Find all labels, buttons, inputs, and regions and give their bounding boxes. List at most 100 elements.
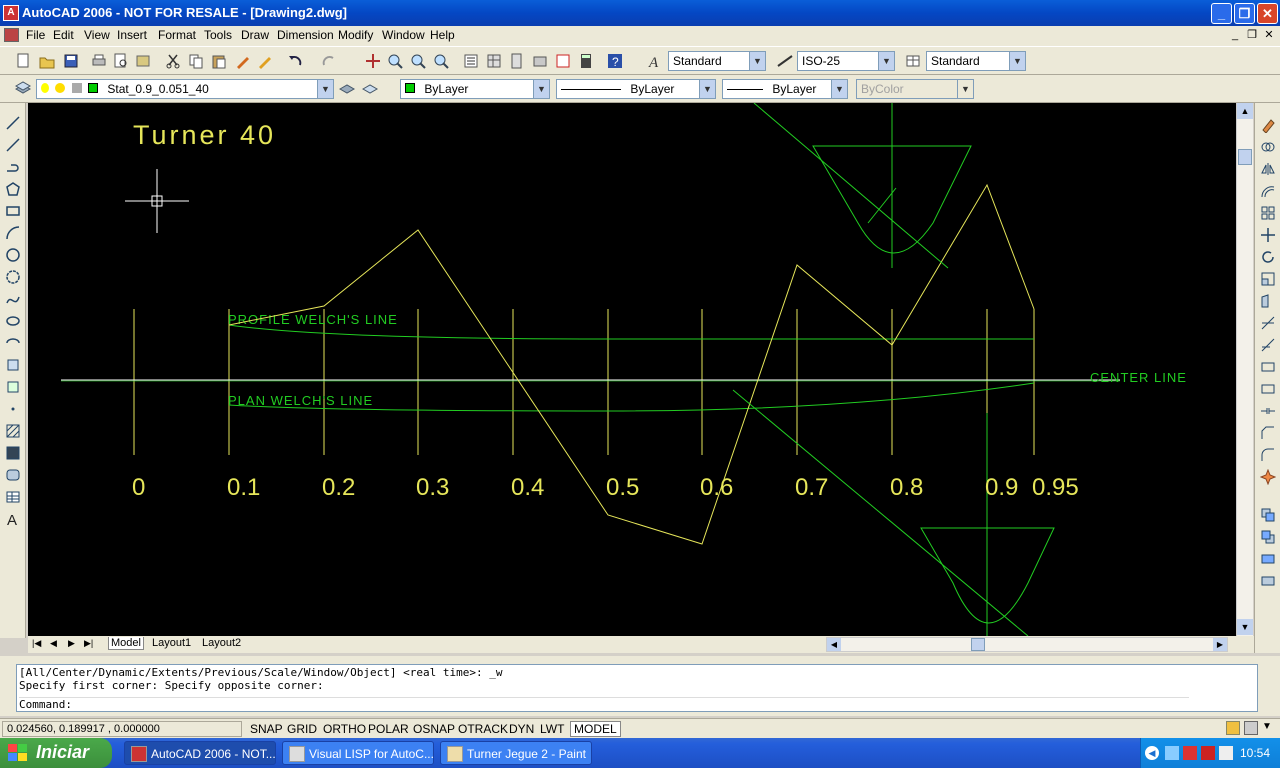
- copy-icon[interactable]: [187, 52, 205, 70]
- hatch-icon[interactable]: [5, 423, 21, 439]
- text-style-select[interactable]: Standard ▼: [668, 51, 766, 71]
- gradient-icon[interactable]: [5, 445, 21, 461]
- otrack-toggle[interactable]: OTRACK: [454, 721, 512, 737]
- menu-help[interactable]: Help: [430, 28, 455, 42]
- dim-style-select[interactable]: ISO-25 ▼: [797, 51, 895, 71]
- line-icon[interactable]: [5, 115, 21, 131]
- ellipse-icon[interactable]: [5, 313, 21, 329]
- join-icon[interactable]: [1260, 403, 1276, 419]
- rotate-icon[interactable]: [1260, 249, 1276, 265]
- command-history[interactable]: [All/Center/Dynamic/Extents/Previous/Sca…: [16, 664, 1258, 712]
- drawing-area[interactable]: Turner 40 CENTER LINE PROFILE WELCH'S LI…: [28, 103, 1236, 636]
- model-toggle[interactable]: MODEL: [570, 721, 621, 737]
- redo-icon[interactable]: [320, 52, 338, 70]
- menu-format[interactable]: Format: [158, 28, 196, 42]
- zoom-realtime-icon[interactable]: [386, 52, 404, 70]
- command-input[interactable]: Command:: [19, 697, 1189, 711]
- stretch-icon[interactable]: [1260, 293, 1276, 309]
- menu-edit[interactable]: Edit: [53, 28, 74, 42]
- start-button[interactable]: Iniciar: [0, 738, 112, 768]
- polygon-icon[interactable]: [5, 181, 21, 197]
- menu-insert[interactable]: Insert: [117, 28, 147, 42]
- send-under-icon[interactable]: [1260, 573, 1276, 589]
- insert-block-icon[interactable]: [5, 357, 21, 373]
- bring-above-icon[interactable]: [1260, 551, 1276, 567]
- publish-icon[interactable]: [134, 52, 152, 70]
- app-tray-icon[interactable]: [1219, 746, 1233, 760]
- vertical-scroll-thumb[interactable]: [1238, 149, 1252, 165]
- array-icon[interactable]: [1260, 205, 1276, 221]
- tab-layout1[interactable]: Layout1: [152, 637, 191, 649]
- zoom-window-icon[interactable]: [409, 52, 427, 70]
- offset-icon[interactable]: [1260, 183, 1276, 199]
- vertical-scrollbar[interactable]: ▲ ▼: [1236, 103, 1253, 636]
- communication-center-icon[interactable]: [1226, 721, 1240, 735]
- color-select[interactable]: ByLayer ▼: [400, 79, 550, 99]
- zoom-previous-icon[interactable]: [432, 52, 450, 70]
- match-properties-icon[interactable]: [234, 52, 252, 70]
- break-at-point-icon[interactable]: [1260, 359, 1276, 375]
- layer-manager-icon[interactable]: [14, 79, 32, 97]
- dyn-toggle[interactable]: DYN: [505, 721, 538, 737]
- network-icon[interactable]: [1165, 746, 1179, 760]
- scale-icon[interactable]: [1260, 271, 1276, 287]
- menu-file[interactable]: File: [26, 28, 45, 42]
- multiline-text-icon[interactable]: A: [5, 511, 21, 529]
- lineweight-select[interactable]: ByLayer ▼: [722, 79, 848, 99]
- help-icon[interactable]: ?: [606, 52, 624, 70]
- sheet-set-icon[interactable]: [531, 52, 549, 70]
- block-editor-icon[interactable]: [256, 52, 274, 70]
- rectangle-icon[interactable]: [5, 203, 21, 219]
- pdf-icon[interactable]: [1201, 746, 1215, 760]
- print-icon[interactable]: [90, 52, 108, 70]
- horizontal-scroll-thumb[interactable]: [971, 638, 985, 651]
- task-visual-lisp[interactable]: Visual LISP for AutoC...: [282, 741, 434, 765]
- revision-cloud-icon[interactable]: [5, 269, 21, 285]
- region-icon[interactable]: [5, 467, 21, 483]
- mirror-icon[interactable]: [1260, 161, 1276, 177]
- tool-palettes-icon[interactable]: [508, 52, 526, 70]
- design-center-icon[interactable]: [485, 52, 503, 70]
- menu-draw[interactable]: Draw: [241, 28, 269, 42]
- menu-view[interactable]: View: [84, 28, 110, 42]
- layer-previous-icon[interactable]: [361, 79, 379, 97]
- scroll-left-button[interactable]: ◀: [827, 638, 841, 651]
- fillet-icon[interactable]: [1260, 447, 1276, 463]
- status-menu-icon[interactable]: ▼: [1262, 721, 1272, 732]
- chamfer-icon[interactable]: [1260, 425, 1276, 441]
- polyline-icon[interactable]: [5, 159, 21, 175]
- move-icon[interactable]: [1260, 227, 1276, 243]
- dim-style-icon[interactable]: [776, 52, 794, 70]
- lwt-toggle[interactable]: LWT: [536, 721, 568, 737]
- grid-toggle[interactable]: GRID: [283, 721, 321, 737]
- autocad-app-icon[interactable]: A: [3, 5, 19, 21]
- make-current-layer-icon[interactable]: [338, 79, 356, 97]
- paste-icon[interactable]: [210, 52, 228, 70]
- scroll-down-button[interactable]: ▼: [1237, 619, 1253, 635]
- text-style-icon[interactable]: A: [646, 52, 664, 71]
- doc-close-button[interactable]: ✕: [1262, 29, 1276, 43]
- plot-preview-icon[interactable]: [112, 52, 130, 70]
- cut-icon[interactable]: [164, 52, 182, 70]
- document-icon[interactable]: [4, 28, 19, 42]
- doc-restore-button[interactable]: ❐: [1245, 29, 1259, 43]
- calculator-icon[interactable]: [577, 52, 595, 70]
- ellipse-arc-icon[interactable]: [5, 335, 21, 351]
- circle-icon[interactable]: [5, 247, 21, 263]
- spline-icon[interactable]: [5, 291, 21, 307]
- save-icon[interactable]: [62, 52, 80, 70]
- point-icon[interactable]: [5, 401, 21, 417]
- extend-icon[interactable]: [1260, 337, 1276, 353]
- ortho-toggle[interactable]: ORTHO: [319, 721, 370, 737]
- tray-expand-icon[interactable]: ◀: [1145, 746, 1159, 760]
- menu-tools[interactable]: Tools: [204, 28, 232, 42]
- menu-modify[interactable]: Modify: [338, 28, 373, 42]
- make-block-icon[interactable]: [5, 379, 21, 395]
- menu-window[interactable]: Window: [382, 28, 425, 42]
- table-icon[interactable]: [5, 489, 21, 505]
- trim-icon[interactable]: [1260, 315, 1276, 331]
- polar-toggle[interactable]: POLAR: [364, 721, 413, 737]
- pan-icon[interactable]: [364, 52, 382, 70]
- close-button[interactable]: ✕: [1257, 3, 1278, 24]
- tab-layout2[interactable]: Layout2: [202, 637, 241, 649]
